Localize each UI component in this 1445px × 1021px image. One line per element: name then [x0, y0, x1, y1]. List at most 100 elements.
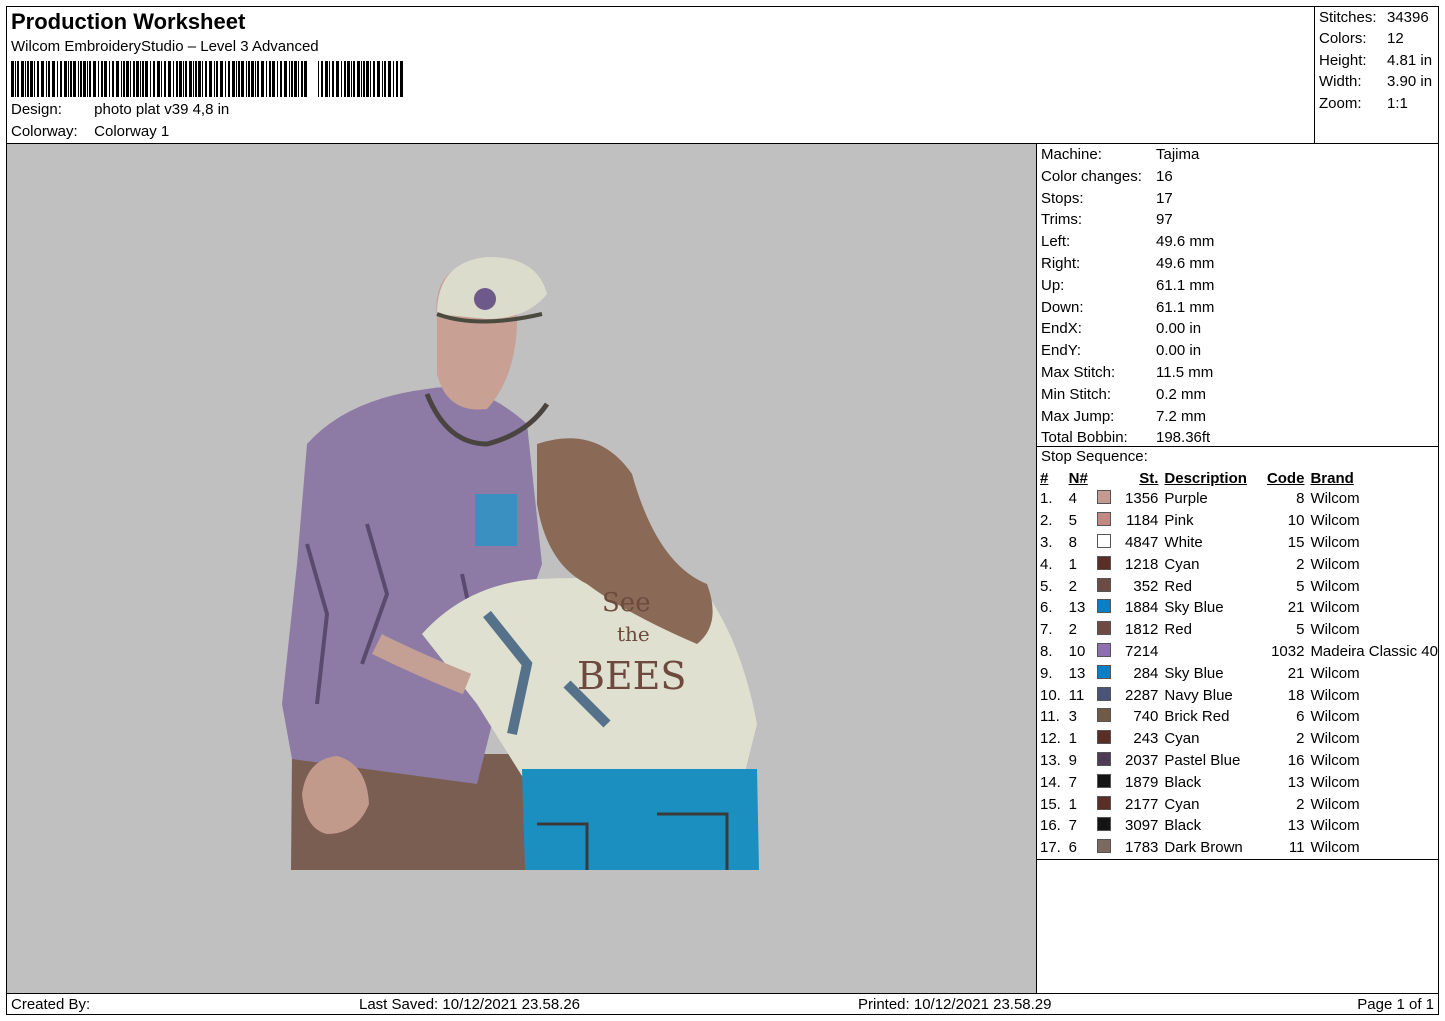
row-swatch	[1097, 488, 1119, 510]
row-swatch	[1097, 815, 1119, 837]
machine-info-row: Left: 49.6 mm	[1041, 233, 1214, 250]
row-code: 5	[1296, 577, 1305, 595]
row-index: 8.	[1040, 642, 1053, 660]
barcode-bar	[83, 61, 86, 97]
barcode-bar	[48, 61, 50, 97]
table-row: 14. 7 1879 Black 13 Wilcom	[1040, 771, 1438, 793]
table-row: 3. 8 4847 White 15 Wilcom	[1040, 532, 1438, 554]
barcode-bar	[136, 61, 139, 97]
col-description: Description	[1164, 469, 1247, 487]
info-divider	[1037, 446, 1438, 447]
row-swatch	[1097, 837, 1119, 859]
barcode-bar	[109, 61, 110, 97]
barcode-bar	[104, 61, 107, 97]
barcode-bar	[98, 61, 99, 97]
row-description: Black	[1164, 773, 1202, 791]
worksheet: Production Worksheet Wilcom EmbroiderySt…	[6, 6, 1439, 1015]
machine-info-panel: Machine: Tajima Color changes: 16 Stops: 17 Tr…	[1037, 144, 1438, 993]
row-needle: 13	[1068, 664, 1086, 682]
row-index: 10.	[1040, 686, 1061, 704]
row-brand: Wilcom	[1310, 533, 1360, 551]
barcode-bar	[228, 61, 230, 97]
barcode-bar	[27, 61, 29, 97]
row-swatch	[1097, 553, 1119, 575]
row-needle: 5	[1068, 512, 1077, 530]
row-needle: 1	[1068, 555, 1077, 573]
sequence-divider	[1037, 859, 1438, 860]
machine-info-row: Min Stitch: 0.2 mm	[1041, 386, 1206, 403]
height-value: 4.81 in	[1387, 52, 1433, 69]
row-brand: Wilcom	[1310, 512, 1360, 530]
row-needle: 1	[1068, 730, 1077, 748]
barcode-bar	[183, 61, 184, 97]
width-row: Width: 3.90 in	[1319, 73, 1432, 90]
barcode-bar	[396, 61, 398, 97]
jacket-text-line1: See	[602, 588, 651, 618]
page-number: Page 1 of 1	[1357, 996, 1434, 1013]
color-swatch	[1097, 533, 1112, 548]
row-needle: 7	[1068, 773, 1077, 791]
jacket-text-line3: BEES	[577, 654, 686, 698]
color-swatch	[1097, 839, 1112, 854]
row-brand: Wilcom	[1310, 599, 1360, 617]
barcode-bar	[21, 61, 24, 97]
barcode-bar	[164, 61, 166, 97]
colors-row: Colors: 12	[1319, 30, 1404, 47]
printed-date: Printed: 10/12/2021 23.58.29	[858, 996, 1052, 1013]
stitches-row: Stitches: 34396	[1319, 9, 1429, 26]
barcode-bar	[179, 61, 182, 97]
created-by: Created By:	[11, 996, 91, 1013]
barcode-bar	[272, 61, 275, 97]
color-swatch	[1097, 686, 1112, 701]
barcode-bar	[80, 61, 82, 97]
barcode-bar	[257, 61, 259, 97]
row-stitches: 1879	[1125, 773, 1159, 791]
row-description	[1164, 641, 1263, 663]
row-code: 2	[1296, 795, 1305, 813]
machine-info-label: Up:	[1041, 276, 1065, 294]
machine-info-value: 0.00 in	[1156, 342, 1202, 360]
col-stitches: St.	[1139, 469, 1159, 487]
barcode-bar	[112, 61, 114, 97]
barcode-bar	[89, 61, 91, 97]
row-needle: 9	[1068, 751, 1077, 769]
zoom-label: Zoom:	[1319, 95, 1362, 112]
cap-logo	[474, 288, 496, 310]
row-needle: 13	[1068, 599, 1086, 617]
barcode-bar	[52, 61, 55, 97]
machine-info-row: Right: 49.6 mm	[1041, 255, 1214, 272]
barcode-bar	[341, 61, 342, 97]
color-swatch	[1097, 795, 1112, 810]
row-index: 2.	[1040, 512, 1053, 530]
row-needle: 10	[1068, 642, 1086, 660]
barcode-bar	[289, 61, 290, 97]
machine-info-row: Max Jump: 7.2 mm	[1041, 408, 1206, 425]
machine-info-value: 61.1 mm	[1156, 276, 1215, 294]
row-index: 14.	[1040, 773, 1061, 791]
row-code: 10	[1287, 512, 1305, 530]
embroidery-design-illustration: See the BEES	[282, 256, 759, 870]
barcode-bar	[25, 61, 26, 97]
row-needle: 7	[1068, 817, 1077, 835]
page-title: Production Worksheet	[11, 9, 246, 34]
barcode-bar	[236, 61, 237, 97]
barcode-bar	[60, 61, 62, 97]
barcode-bar	[269, 61, 271, 97]
row-code: 21	[1287, 599, 1305, 617]
barcode-bar	[370, 61, 371, 97]
barcode-bar	[321, 61, 323, 97]
row-description: Brick Red	[1164, 708, 1230, 726]
row-index: 13.	[1040, 751, 1061, 769]
barcode-bar	[30, 61, 33, 97]
color-swatch	[1097, 555, 1112, 570]
barcode-bar	[280, 61, 282, 97]
row-index: 15.	[1040, 795, 1061, 813]
barcode-bar	[193, 61, 194, 97]
machine-info-value: 198.36ft	[1156, 429, 1211, 447]
row-stitches: 7214	[1125, 642, 1159, 660]
row-index: 9.	[1040, 664, 1053, 682]
barcode-bar	[261, 61, 264, 97]
color-swatch	[1097, 642, 1112, 657]
table-row: 17. 6 1783 Dark Brown 11 Wilcom	[1040, 837, 1438, 859]
height-label: Height:	[1319, 52, 1367, 69]
